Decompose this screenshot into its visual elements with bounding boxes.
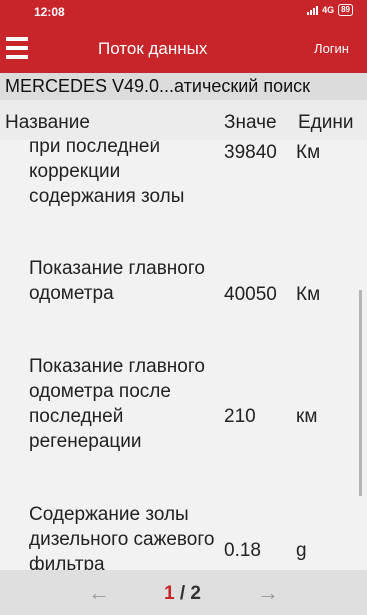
item-value: 40050: [224, 284, 277, 305]
page-title: Поток данных: [98, 39, 208, 58]
column-headers: Название Значе Едини: [0, 100, 367, 140]
item-value: 210: [224, 406, 256, 427]
item-name: Содержание золы дизельного сажевого филь…: [29, 504, 215, 570]
signal-icon: [307, 5, 319, 15]
item-name: при последней коррекции содержания золы: [29, 140, 185, 207]
item-value: 39840: [224, 142, 277, 163]
battery-icon: 89: [338, 4, 353, 16]
pagination-bar: ← 1 / 2 →: [0, 570, 367, 615]
page-indicator: 1 / 2: [164, 583, 201, 605]
scrollbar[interactable]: [359, 290, 362, 496]
current-page: 1: [164, 583, 175, 604]
column-header-value: Значе: [224, 112, 277, 133]
item-unit: g: [296, 540, 307, 561]
app-bar: Поток данных Логин: [0, 24, 367, 73]
data-stream-list[interactable]: при последней коррекции содержания золы …: [0, 140, 367, 570]
status-time: 12:08: [34, 5, 65, 19]
vehicle-path-header: MERCEDES V49.0...атический поиск: [0, 73, 367, 100]
page-separator: /: [179, 583, 186, 604]
item-value: 0.18: [224, 540, 261, 561]
item-unit: км: [296, 406, 318, 427]
menu-icon[interactable]: [6, 37, 28, 59]
item-unit: Км: [296, 142, 321, 163]
column-header-name: Название: [5, 112, 90, 133]
item-unit: Км: [296, 284, 321, 305]
item-name: Показание главного одометра: [29, 258, 205, 304]
total-pages: 2: [190, 583, 201, 604]
column-header-unit: Едини: [298, 112, 354, 133]
prev-page-icon[interactable]: ←: [88, 580, 110, 606]
next-page-icon[interactable]: →: [257, 580, 279, 606]
status-icons: 4G 89: [307, 4, 353, 16]
login-button[interactable]: Логин: [314, 41, 349, 56]
status-bar: 12:08 4G 89: [0, 0, 367, 24]
network-type: 4G: [322, 5, 335, 15]
item-name: Показание главного одометра после послед…: [29, 356, 205, 452]
